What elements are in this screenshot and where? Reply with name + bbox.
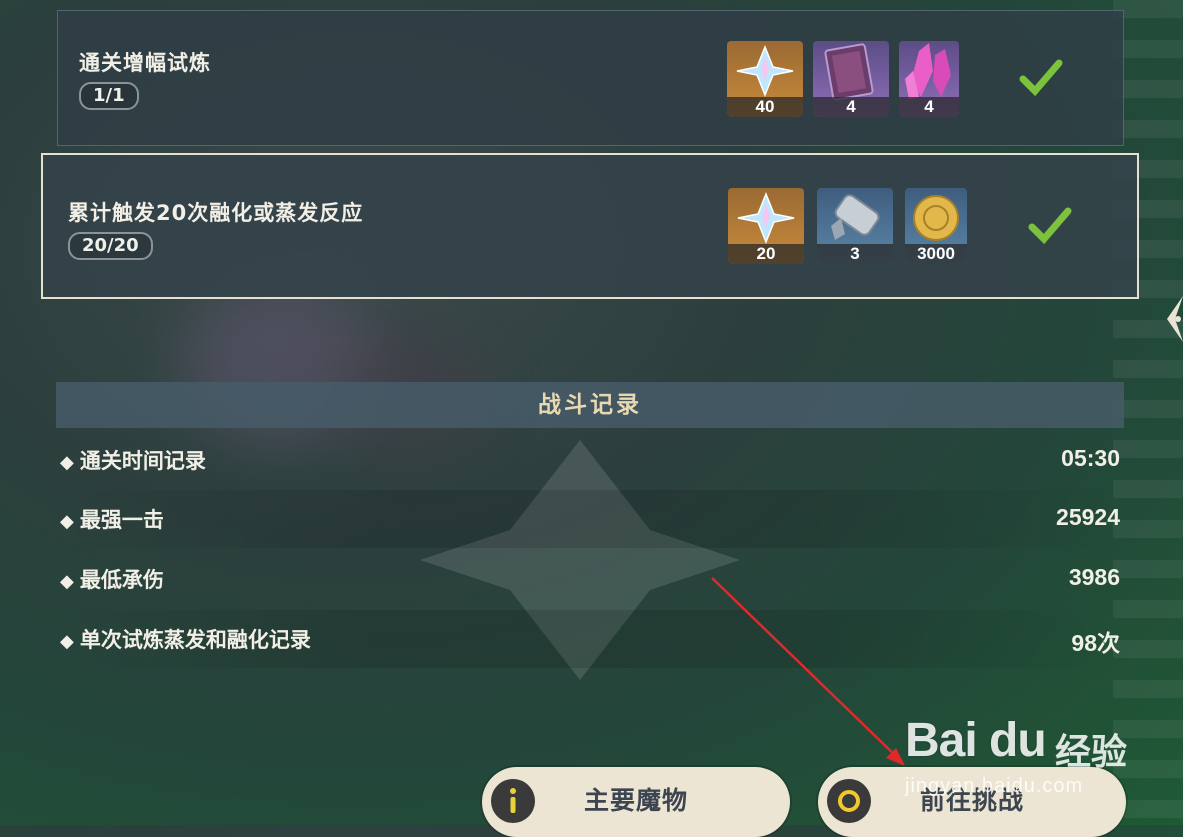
record-row: ◆ 最低承伤 3986: [56, 550, 1124, 608]
task-progress-badge: 1/1: [79, 82, 139, 110]
side-nav-arrow-icon[interactable]: [1163, 296, 1183, 342]
crystal-icon: [905, 43, 951, 99]
record-label: 通关时间记录: [79, 449, 206, 473]
reward-quantity: 4: [813, 97, 889, 117]
primogem-icon: [737, 191, 795, 245]
record-value: 25924: [1056, 504, 1120, 530]
record-row: ◆ 单次试炼蒸发和融化记录 98次: [56, 610, 1124, 668]
annotation-arrow-icon: [711, 577, 905, 766]
record-row: ◆ 最强一击 25924: [56, 490, 1124, 548]
task-card: 通关增幅试炼 1/1 40 4 4: [57, 10, 1124, 146]
primogem-icon: [736, 44, 794, 98]
reward-quantity: 4: [899, 97, 959, 117]
reward-item[interactable]: 20: [728, 188, 804, 264]
completed-check-icon: [1028, 207, 1072, 245]
record-value: 3986: [1068, 564, 1120, 590]
battle-record-header: 战斗记录: [56, 382, 1124, 428]
watermark-url: jingyan.baidu.com: [905, 775, 1084, 797]
record-label: 最低承伤: [79, 568, 164, 592]
reward-quantity: 3: [817, 244, 893, 264]
hero-wit-book-icon: [824, 43, 874, 101]
reward-item[interactable]: 3: [817, 188, 893, 264]
baidu-jingyan-watermark: Bai du 经验 jingyan.baidu.com: [905, 695, 1175, 805]
mystic-enhancement-ore-icon: [831, 194, 880, 240]
reward-item[interactable]: 4: [813, 41, 889, 117]
reward-quantity: 3000: [905, 244, 967, 264]
diamond-bullet-icon: ◆: [60, 511, 74, 532]
task-title: 累计触发20次融化或蒸发反应: [68, 201, 364, 225]
task-card-selected[interactable]: 累计触发20次融化或蒸发反应 20/20 20 3 3000: [41, 153, 1139, 299]
diamond-bullet-icon: ◆: [60, 631, 74, 652]
record-label: 单次试炼蒸发和融化记录: [79, 628, 311, 652]
completed-check-icon: [1019, 59, 1063, 97]
mora-coin-icon: [913, 195, 959, 241]
reward-item[interactable]: 40: [727, 41, 803, 117]
diamond-bullet-icon: ◆: [60, 452, 74, 473]
record-value: 98次: [1071, 630, 1120, 656]
task-progress-badge: 20/20: [68, 232, 153, 260]
diamond-bullet-icon: ◆: [60, 571, 74, 592]
reward-quantity: 20: [728, 244, 804, 264]
reward-quantity: 40: [727, 97, 803, 117]
main-monsters-label: 主要魔物: [583, 786, 688, 815]
watermark-logo: Bai du: [905, 714, 1047, 767]
task-title: 通关增幅试炼: [79, 51, 211, 75]
reward-item[interactable]: 3000: [905, 188, 967, 264]
reward-item[interactable]: 4: [899, 41, 959, 117]
record-value: 05:30: [1061, 445, 1120, 471]
watermark-cn: 经验: [1055, 732, 1128, 773]
record-label: 最强一击: [79, 508, 164, 532]
main-monsters-button[interactable]: 主要魔物: [482, 767, 790, 837]
record-row: ◆ 通关时间记录 05:30: [56, 431, 1124, 489]
